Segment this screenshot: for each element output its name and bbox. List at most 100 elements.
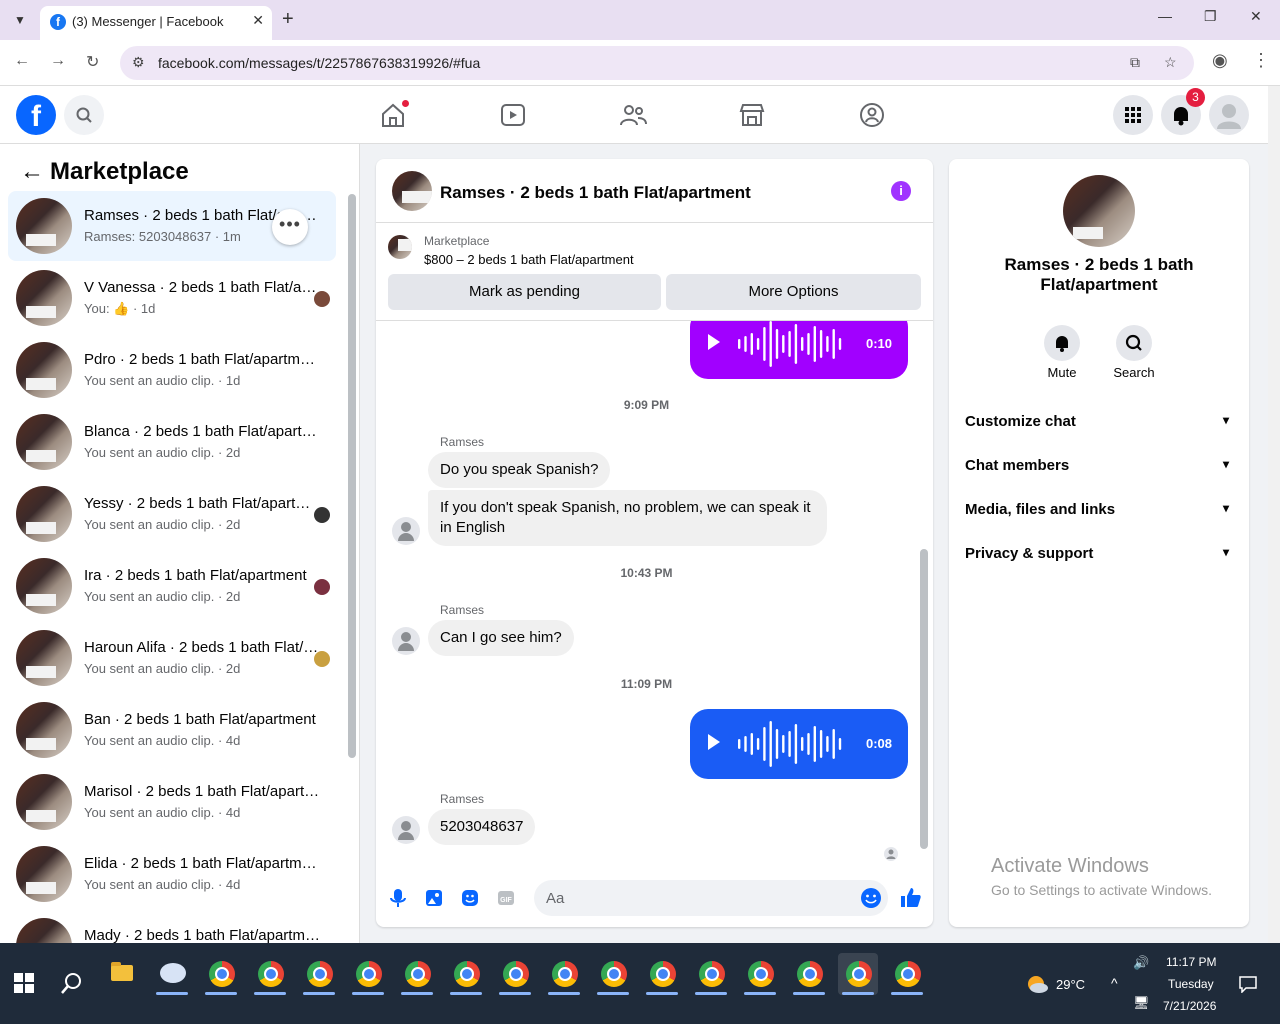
friends-icon[interactable] xyxy=(618,100,648,130)
notifications-center-icon[interactable] xyxy=(1238,975,1258,993)
search-button[interactable] xyxy=(64,95,104,135)
more-options-button[interactable]: More Options xyxy=(666,274,921,310)
chat-listing-thumbnail[interactable] xyxy=(392,171,432,211)
account-avatar[interactable] xyxy=(1209,95,1249,135)
conversation-item[interactable]: Mady · 2 beds 1 bath Flat/apartment xyxy=(8,911,336,943)
audio-message[interactable]: 0:08 xyxy=(690,709,908,779)
clock-date[interactable]: 7/21/2026 xyxy=(1163,999,1216,1013)
close-window-button[interactable]: ✕ xyxy=(1250,8,1262,25)
chrome-app-icon[interactable] xyxy=(250,953,290,995)
clock-day[interactable]: Tuesday xyxy=(1168,977,1214,991)
file-explorer-icon[interactable] xyxy=(102,953,142,995)
play-icon[interactable] xyxy=(708,734,720,750)
chrome-app-icon[interactable] xyxy=(593,953,633,995)
sender-avatar[interactable] xyxy=(392,627,420,655)
sticker-icon[interactable] xyxy=(459,887,481,909)
chrome-app-icon[interactable] xyxy=(740,953,780,995)
message-bubble[interactable]: 5203048637 xyxy=(428,809,536,845)
conversation-item[interactable]: Blanca · 2 beds 1 bath Flat/apartment You… xyxy=(8,407,336,477)
like-thumb-icon[interactable] xyxy=(899,885,923,909)
windows-start-icon[interactable] xyxy=(14,973,34,993)
network-icon[interactable]: 🖥 xyxy=(1133,995,1150,1011)
emoji-icon[interactable] xyxy=(860,887,882,909)
message-bubble[interactable]: Do you speak Spanish? xyxy=(428,452,611,488)
show-hidden-icons-icon[interactable]: ^ xyxy=(1111,975,1118,991)
info-icon[interactable]: i xyxy=(891,181,911,201)
conversation-item[interactable]: Ramses · 2 beds 1 bath Flat/apartment Ram… xyxy=(8,191,336,261)
new-tab-button[interactable]: + xyxy=(282,8,294,31)
conversation-item[interactable]: Ira · 2 beds 1 bath Flat/apartment You se… xyxy=(8,551,336,621)
back-arrow-icon[interactable]: ← xyxy=(20,158,50,186)
conversation-list-scrollbar[interactable] xyxy=(348,194,356,758)
conversation-item[interactable]: Yessy · 2 beds 1 bath Flat/apartment You … xyxy=(8,479,336,549)
tab-search-dropdown[interactable]: ▼ xyxy=(8,8,32,32)
gif-icon[interactable]: GIF xyxy=(495,887,517,909)
chat-members-section[interactable]: Chat members ▾ xyxy=(965,457,1233,474)
conversation-item[interactable]: Pdro · 2 beds 1 bath Flat/apartment You s… xyxy=(8,335,336,405)
conversation-item[interactable]: Marisol · 2 beds 1 bath Flat/apartment Yo… xyxy=(8,767,336,837)
page-scrollbar[interactable] xyxy=(1268,86,1280,943)
omnibox[interactable]: ⚙ facebook.com/messages/t/22578676383199… xyxy=(120,46,1194,80)
privacy-support-section[interactable]: Privacy & support ▾ xyxy=(965,545,1233,562)
media-files-links-section[interactable]: Media, files and links ▾ xyxy=(965,501,1233,518)
audio-message[interactable]: 0:10 xyxy=(690,321,908,379)
chrome-app-icon[interactable] xyxy=(446,953,486,995)
groups-icon[interactable] xyxy=(857,100,887,130)
listing-photo[interactable] xyxy=(1063,175,1135,247)
paint-app-icon[interactable] xyxy=(152,953,192,995)
tab-close-icon[interactable]: ✕ xyxy=(252,12,264,29)
chrome-app-icon[interactable] xyxy=(299,953,339,995)
site-info-icon[interactable]: ⚙ xyxy=(132,54,145,71)
restore-button[interactable]: ❐ xyxy=(1204,8,1217,25)
more-options-icon[interactable]: ••• xyxy=(272,209,308,245)
sender-avatar[interactable] xyxy=(392,816,420,844)
chrome-app-icon[interactable] xyxy=(544,953,584,995)
customize-chat-section[interactable]: Customize chat ▾ xyxy=(965,413,1233,430)
weather-icon[interactable] xyxy=(1024,971,1050,997)
browser-tab[interactable]: f (3) Messenger | Facebook ✕ xyxy=(40,6,272,40)
thread-scrollbar[interactable] xyxy=(920,549,928,849)
conversation-item[interactable]: V Vanessa · 2 beds 1 bath Flat/apartment… xyxy=(8,263,336,333)
profile-icon[interactable]: ◉ xyxy=(1212,50,1228,71)
search-in-chat-button[interactable] xyxy=(1116,325,1152,361)
chrome-app-icon[interactable] xyxy=(838,953,878,995)
conversation-item[interactable]: Haroun Alifa · 2 beds 1 bath Flat/apartm… xyxy=(8,623,336,693)
chat-title[interactable]: Ramses · 2 beds 1 bath Flat/apartment xyxy=(440,183,751,203)
chrome-app-icon[interactable] xyxy=(642,953,682,995)
chrome-app-icon[interactable] xyxy=(495,953,535,995)
sender-avatar[interactable] xyxy=(392,517,420,545)
reload-icon[interactable]: ↻ xyxy=(86,52,99,72)
back-icon[interactable]: ← xyxy=(14,52,30,70)
home-notification-dot xyxy=(402,100,409,107)
chrome-app-icon[interactable] xyxy=(789,953,829,995)
chrome-app-icon[interactable] xyxy=(397,953,437,995)
bookmark-star-icon[interactable]: ☆ xyxy=(1164,54,1177,71)
chrome-app-icon[interactable] xyxy=(691,953,731,995)
video-icon[interactable] xyxy=(498,100,528,130)
facebook-logo-icon[interactable]: f xyxy=(16,95,56,135)
forward-icon[interactable]: → xyxy=(50,52,66,70)
chrome-app-icon[interactable] xyxy=(201,953,241,995)
mute-button[interactable] xyxy=(1044,325,1080,361)
taskbar-search-icon[interactable] xyxy=(60,971,84,995)
menu-kebab-icon[interactable]: ⋮ xyxy=(1252,50,1270,71)
conversation-item[interactable]: Ban · 2 beds 1 bath Flat/apartment You se… xyxy=(8,695,336,765)
chrome-app-icon[interactable] xyxy=(348,953,388,995)
minimize-button[interactable]: — xyxy=(1158,8,1172,24)
message-bubble[interactable]: Can I go see him? xyxy=(428,620,574,656)
microphone-icon[interactable] xyxy=(387,887,409,909)
waveform-bar xyxy=(819,730,823,758)
conversation-item[interactable]: Elida · 2 beds 1 bath Flat/apartment You … xyxy=(8,839,336,909)
temperature[interactable]: 29°C xyxy=(1056,977,1085,992)
install-app-icon[interactable]: ⧉ xyxy=(1130,54,1140,71)
marketplace-icon[interactable] xyxy=(737,100,767,130)
clock-time[interactable]: 11:17 PM xyxy=(1166,955,1216,969)
chrome-app-icon[interactable] xyxy=(887,953,927,995)
message-input[interactable]: Aa xyxy=(534,880,888,916)
menu-grid-button[interactable] xyxy=(1113,95,1153,135)
photo-icon[interactable] xyxy=(423,887,445,909)
play-icon[interactable] xyxy=(708,334,720,350)
volume-icon[interactable]: 🔊 xyxy=(1133,955,1149,971)
message-bubble[interactable]: If you don't speak Spanish, no problem, … xyxy=(428,490,827,546)
mark-as-pending-button[interactable]: Mark as pending xyxy=(388,274,661,310)
